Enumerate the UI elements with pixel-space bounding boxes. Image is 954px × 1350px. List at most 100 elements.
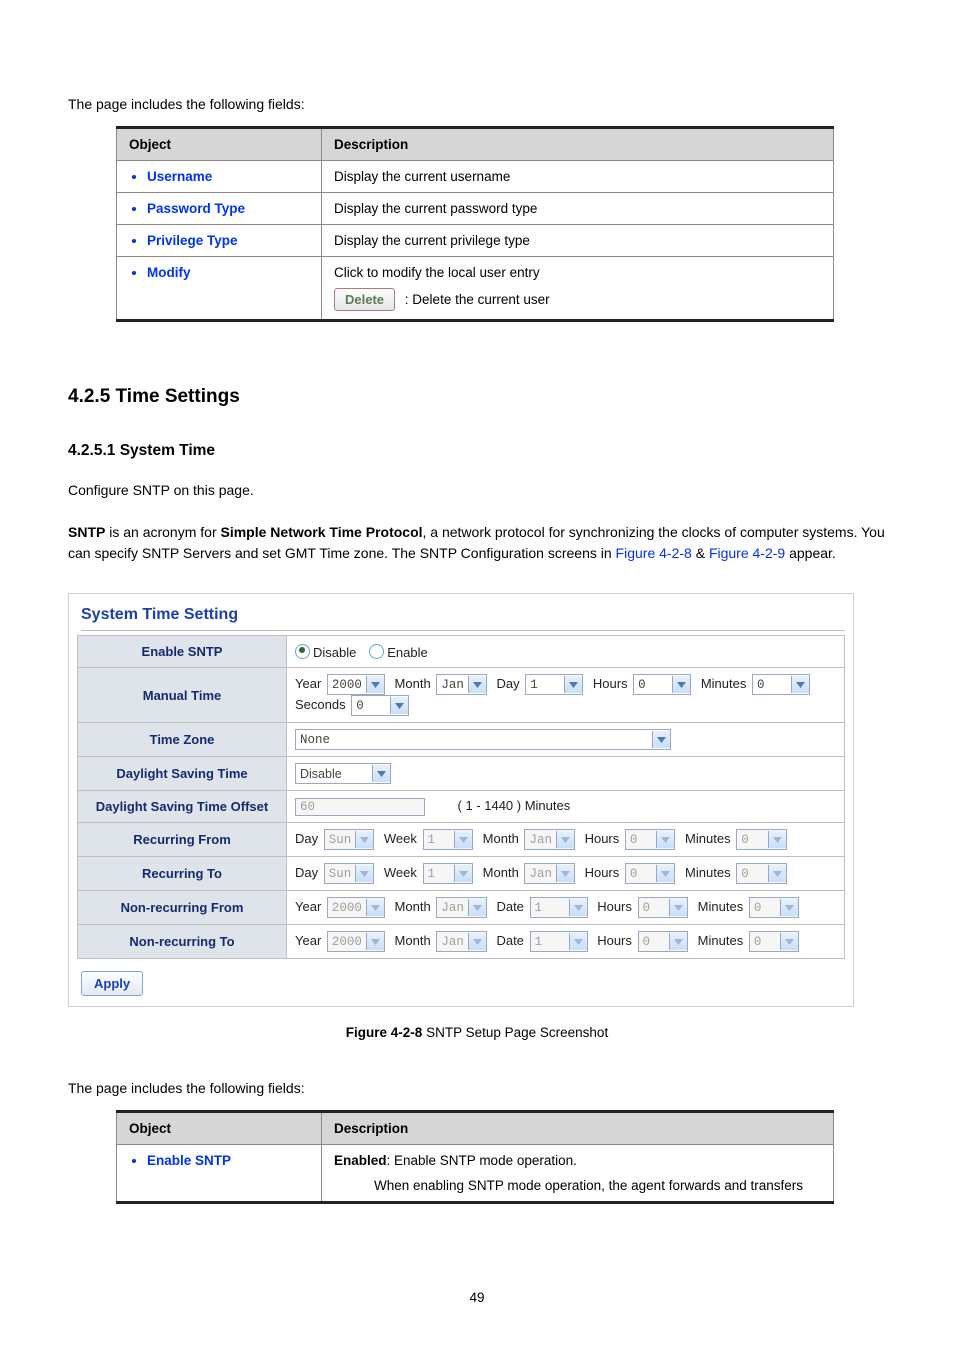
desc-password-type: Display the current password type [322, 193, 834, 225]
table-row: Password Type Display the current passwo… [117, 193, 834, 225]
recfrom-month-select[interactable]: Jan [524, 829, 575, 850]
enabled-desc-line2: When enabling SNTP mode operation, the a… [374, 1178, 821, 1193]
chevron-down-icon [656, 831, 674, 848]
day-select[interactable]: 1 [525, 674, 583, 695]
recto-month-select[interactable]: Jan [524, 863, 575, 884]
chevron-down-icon [569, 933, 587, 950]
th-description: Description [322, 1112, 834, 1145]
seconds-select[interactable]: 0 [351, 695, 409, 716]
radio-enable[interactable] [369, 644, 384, 659]
year-select[interactable]: 2000 [327, 674, 385, 695]
screenshot-panel: System Time Setting Enable SNTP Disable … [68, 593, 854, 1007]
subsection-heading: 4.2.5.1 System Time [68, 442, 886, 460]
chevron-down-icon [556, 831, 574, 848]
table-row: Enable SNTP Enabled: Enable SNTP mode op… [117, 1145, 834, 1203]
radio-disable[interactable] [295, 644, 310, 659]
row-label-time-zone: Time Zone [78, 723, 287, 757]
config-table: Enable SNTP Disable Enable Manual Time Y… [77, 635, 845, 959]
chevron-down-icon [768, 831, 786, 848]
chevron-down-icon [569, 899, 587, 916]
row-label-rec-to: Recurring To [78, 857, 287, 891]
row-label-dst-offset: Daylight Saving Time Offset [78, 791, 287, 823]
recfrom-hours-select[interactable]: 0 [625, 829, 676, 850]
sntp-fullname: Simple Network Time Protocol [221, 524, 423, 540]
chevron-down-icon [669, 899, 687, 916]
nrecfrom-date-select[interactable]: 1 [530, 897, 588, 918]
recto-day-select[interactable]: Sun [324, 863, 375, 884]
fields-table-1: Object Description Username Display the … [116, 126, 834, 322]
table-row: Modify Click to modify the local user en… [117, 257, 834, 321]
chevron-down-icon [768, 865, 786, 882]
nrecto-hours-select[interactable]: 0 [638, 931, 689, 952]
figure-caption: Figure 4-2-8 SNTP Setup Page Screenshot [68, 1025, 886, 1040]
nrecfrom-month-select[interactable]: Jan [436, 897, 487, 918]
row-label-nrec-to: Non-recurring To [78, 925, 287, 959]
nrecfrom-hours-select[interactable]: 0 [638, 897, 689, 918]
row-label-manual-time: Manual Time [78, 668, 287, 723]
obj-username: Username [147, 169, 309, 184]
chevron-down-icon [780, 933, 798, 950]
recto-minutes-select[interactable]: 0 [736, 863, 787, 884]
apply-button[interactable]: Apply [81, 971, 143, 996]
chevron-down-icon [656, 865, 674, 882]
chevron-down-icon [390, 697, 408, 714]
nrecfrom-minutes-select[interactable]: 0 [749, 897, 800, 918]
figure-link-429[interactable]: Figure 4-2-9 [709, 545, 785, 561]
table-row: Username Display the current username [117, 161, 834, 193]
obj-modify: Modify [147, 265, 309, 280]
th-object: Object [117, 128, 322, 161]
nrecto-date-select[interactable]: 1 [530, 931, 588, 952]
para-sntp-desc: SNTP is an acronym for Simple Network Ti… [68, 522, 886, 565]
chevron-down-icon [372, 765, 390, 782]
month-select[interactable]: Jan [436, 674, 487, 695]
dst-select[interactable]: Disable [295, 763, 391, 784]
desc-privilege-type: Display the current privilege type [322, 225, 834, 257]
table-header-row: Object Description [117, 1112, 834, 1145]
nrecto-year-select[interactable]: 2000 [327, 931, 385, 952]
chevron-down-icon [672, 676, 690, 693]
chevron-down-icon [791, 676, 809, 693]
chevron-down-icon [366, 676, 384, 693]
chevron-down-icon [468, 933, 486, 950]
recfrom-minutes-select[interactable]: 0 [736, 829, 787, 850]
figure-link-428[interactable]: Figure 4-2-8 [616, 545, 692, 561]
row-label-nrec-from: Non-recurring From [78, 891, 287, 925]
chevron-down-icon [780, 899, 798, 916]
chevron-down-icon [454, 831, 472, 848]
desc-modify-line1: Click to modify the local user entry [334, 265, 821, 280]
dst-offset-input[interactable]: 60 [295, 798, 425, 816]
nrecto-minutes-select[interactable]: 0 [749, 931, 800, 952]
hours-select[interactable]: 0 [633, 674, 691, 695]
section-heading: 4.2.5 Time Settings [68, 386, 886, 408]
th-object: Object [117, 1112, 322, 1145]
delete-button[interactable]: Delete [334, 288, 395, 311]
chevron-down-icon [355, 831, 373, 848]
recto-hours-select[interactable]: 0 [625, 863, 676, 884]
minutes-select[interactable]: 0 [752, 674, 810, 695]
table-row: Privilege Type Display the current privi… [117, 225, 834, 257]
chevron-down-icon [669, 933, 687, 950]
radio-enable-label: Enable [387, 645, 427, 660]
row-label-enable-sntp: Enable SNTP [78, 636, 287, 668]
chevron-down-icon [355, 865, 373, 882]
chevron-down-icon [366, 899, 384, 916]
recfrom-day-select[interactable]: Sun [324, 829, 375, 850]
intro-text-2: The page includes the following fields: [68, 1080, 886, 1096]
timezone-select[interactable]: None [295, 729, 671, 750]
obj-enable-sntp: Enable SNTP [147, 1153, 309, 1168]
desc-username: Display the current username [322, 161, 834, 193]
recto-week-select[interactable]: 1 [423, 863, 474, 884]
chevron-down-icon [454, 865, 472, 882]
para-configure: Configure SNTP on this page. [68, 480, 886, 502]
chevron-down-icon [468, 676, 486, 693]
panel-title: System Time Setting [81, 606, 845, 631]
recfrom-week-select[interactable]: 1 [423, 829, 474, 850]
sntp-acronym: SNTP [68, 524, 105, 540]
obj-password-type: Password Type [147, 201, 309, 216]
row-label-dst: Daylight Saving Time [78, 757, 287, 791]
nrecfrom-year-select[interactable]: 2000 [327, 897, 385, 918]
intro-text-1: The page includes the following fields: [68, 96, 886, 112]
enabled-label: Enabled [334, 1153, 387, 1168]
nrecto-month-select[interactable]: Jan [436, 931, 487, 952]
page-number: 49 [68, 1290, 886, 1305]
